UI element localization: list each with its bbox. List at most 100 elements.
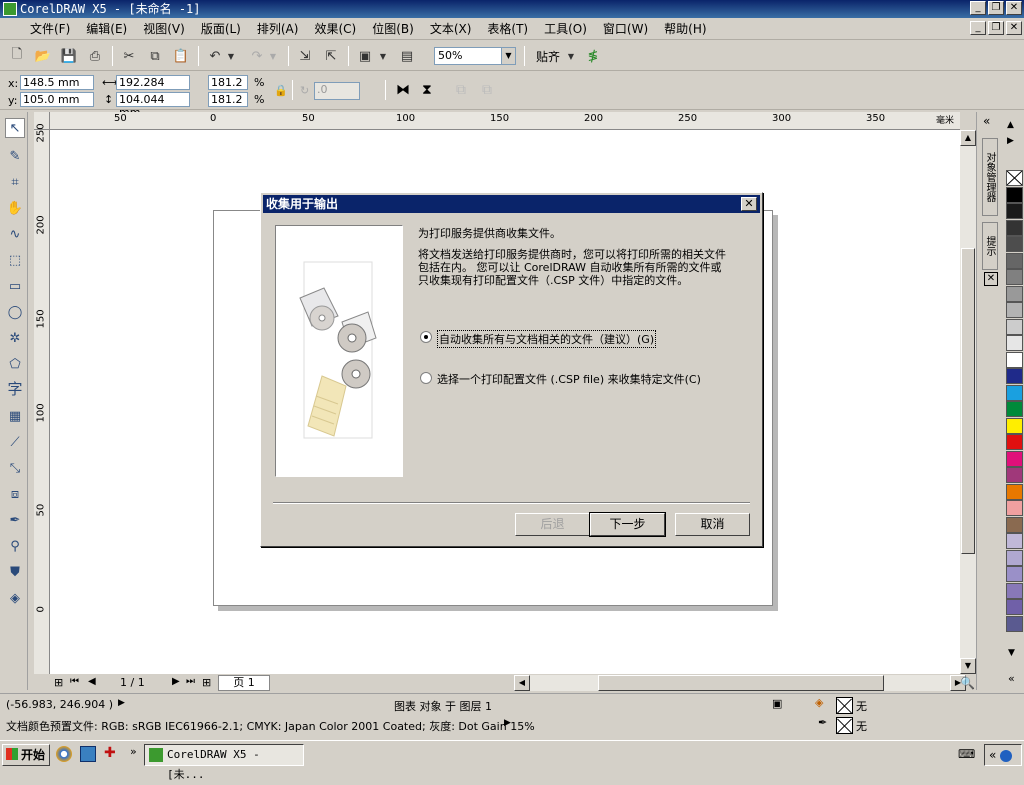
- group-icon[interactable]: ⧉: [456, 82, 466, 98]
- zoom-navigator-icon[interactable]: 🔍: [960, 676, 975, 690]
- menu-text[interactable]: 文本(X): [430, 20, 472, 37]
- keyboard-tray-icon[interactable]: ⌨: [958, 747, 975, 761]
- palette-swatch[interactable]: [1006, 335, 1023, 351]
- restore-button[interactable]: ❐: [988, 1, 1004, 15]
- blend-tool-icon[interactable]: ⧈: [5, 484, 25, 504]
- application-launcher-icon[interactable]: ▣: [356, 47, 374, 65]
- palette-swatch[interactable]: [1006, 318, 1023, 335]
- docker-tab-object-manager[interactable]: 对象管理器: [982, 138, 998, 216]
- cancel-button[interactable]: 取消: [675, 513, 750, 536]
- horizontal-scroll-thumb[interactable]: [598, 675, 884, 691]
- menu-help[interactable]: 帮助(H): [664, 20, 706, 37]
- eyedropper-tool-icon[interactable]: ✒: [5, 510, 25, 530]
- scale-x-field[interactable]: 181.2: [208, 75, 248, 90]
- palette-flyout-icon[interactable]: ▶: [1007, 136, 1014, 146]
- last-page-icon[interactable]: ⏭: [186, 676, 195, 687]
- smart-fill-icon[interactable]: ⬚: [5, 250, 25, 270]
- ungroup-icon[interactable]: ⧉: [482, 82, 492, 98]
- connector-tool-icon[interactable]: ⤡: [5, 458, 25, 478]
- doc-restore-button[interactable]: ❐: [988, 21, 1004, 35]
- palette-scroll-down-icon[interactable]: ▼: [1008, 648, 1015, 658]
- save-icon[interactable]: 💾: [60, 47, 78, 65]
- palette-swatch[interactable]: [1006, 302, 1023, 318]
- undo-icon[interactable]: ↶: [206, 47, 224, 65]
- palette-swatch[interactable]: [1006, 401, 1023, 417]
- outline-pen-icon[interactable]: ⚲: [5, 536, 25, 556]
- palette-scroll-up-icon[interactable]: ▲: [1007, 120, 1014, 130]
- back-button[interactable]: 后退: [515, 513, 590, 536]
- palette-swatch[interactable]: [1006, 269, 1023, 285]
- add-page-after-icon[interactable]: ⊞: [202, 676, 211, 689]
- menu-window[interactable]: 窗口(W): [603, 20, 648, 37]
- mirror-horizontal-icon[interactable]: ⧓: [396, 82, 410, 98]
- scroll-left-icon[interactable]: ◀: [514, 675, 530, 691]
- scroll-up-icon[interactable]: ▲: [960, 130, 976, 146]
- doc-minimize-button[interactable]: _: [970, 21, 986, 35]
- palette-swatch[interactable]: [1006, 285, 1023, 302]
- mirror-vertical-icon[interactable]: ⧗: [422, 82, 432, 98]
- freehand-tool-icon[interactable]: ∿: [5, 224, 25, 244]
- vertical-scrollbar[interactable]: ▲ ▼: [960, 130, 976, 674]
- zoom-dropdown-icon[interactable]: ▼: [501, 48, 515, 64]
- x-position-field[interactable]: 148.5 mm: [20, 75, 94, 90]
- y-position-field[interactable]: 105.0 mm: [20, 92, 94, 107]
- rotation-angle-field[interactable]: .0: [314, 82, 360, 100]
- scroll-down-icon[interactable]: ▼: [960, 658, 976, 674]
- welcome-screen-icon[interactable]: ▤: [398, 47, 416, 65]
- palette-swatch[interactable]: [1006, 599, 1023, 615]
- add-page-icon[interactable]: ⊞: [54, 676, 63, 689]
- lock-ratio-icon[interactable]: 🔒: [274, 84, 288, 97]
- palette-swatch[interactable]: [1006, 500, 1023, 516]
- paste-icon[interactable]: 📋: [172, 47, 190, 65]
- palette-swatch[interactable]: [1006, 434, 1023, 450]
- first-page-icon[interactable]: ⏮: [70, 676, 79, 687]
- horizontal-ruler[interactable]: 50 0 50 100 150 200 250 300 350 毫米: [50, 112, 960, 130]
- page-tab[interactable]: 页 1: [218, 675, 270, 691]
- auto-collect-radio[interactable]: [420, 331, 432, 343]
- vertical-ruler[interactable]: 250 200 150 100 50 0: [34, 123, 50, 674]
- open-icon[interactable]: 📂: [34, 47, 52, 65]
- network-tray-icon[interactable]: [1000, 749, 1013, 762]
- color-profile-arrow-icon[interactable]: ▶: [504, 718, 511, 728]
- text-tool-icon[interactable]: 字: [5, 378, 25, 398]
- palette-swatch[interactable]: [1006, 483, 1023, 500]
- options-icon[interactable]: ≸: [584, 47, 602, 65]
- cut-icon[interactable]: ✂: [120, 47, 138, 65]
- palette-swatch[interactable]: [1006, 566, 1023, 582]
- palette-swatch[interactable]: [1006, 516, 1023, 533]
- width-field[interactable]: 192.284 mm: [116, 75, 190, 102]
- docker-close-icon[interactable]: ✕: [984, 272, 998, 286]
- copy-icon[interactable]: ⧉: [146, 47, 164, 65]
- import-icon[interactable]: ⇲: [296, 47, 314, 65]
- no-color-swatch[interactable]: [1006, 170, 1023, 186]
- palette-swatch[interactable]: [1006, 549, 1023, 566]
- basic-shapes-icon[interactable]: ⬠: [5, 354, 25, 374]
- scale-y-field[interactable]: 181.2: [208, 92, 248, 107]
- palette-swatch[interactable]: [1006, 252, 1023, 269]
- menu-bitmaps[interactable]: 位图(B): [372, 20, 414, 37]
- zoom-level-combo[interactable]: 50% ▼: [434, 47, 516, 65]
- pick-tool-icon[interactable]: ↖: [5, 118, 25, 138]
- launcher-dropdown-icon[interactable]: ▼: [378, 47, 388, 65]
- menu-tools[interactable]: 工具(O): [544, 20, 587, 37]
- next-button[interactable]: 下一步: [589, 512, 666, 537]
- palette-swatch[interactable]: [1006, 368, 1023, 384]
- start-button[interactable]: 开始: [2, 744, 50, 766]
- app-quicklaunch-icon[interactable]: ✚: [104, 745, 116, 761]
- polygon-tool-icon[interactable]: ✲: [5, 328, 25, 348]
- palette-swatch[interactable]: [1006, 450, 1023, 467]
- snap-to-button[interactable]: 贴齐: [534, 47, 562, 65]
- horizontal-scrollbar[interactable]: ◀ ▶: [514, 675, 966, 691]
- undo-dropdown-icon[interactable]: ▼: [226, 47, 236, 65]
- minimize-button[interactable]: _: [970, 1, 986, 15]
- no-fill-swatch[interactable]: [836, 697, 853, 714]
- table-tool-icon[interactable]: ▦: [5, 406, 25, 426]
- menu-arrange[interactable]: 排列(A): [257, 20, 299, 37]
- palette-swatch[interactable]: [1006, 582, 1023, 599]
- crop-tool-icon[interactable]: ⌗: [5, 172, 25, 192]
- snap-dropdown-icon[interactable]: ▼: [566, 47, 576, 65]
- ellipse-tool-icon[interactable]: ◯: [5, 302, 25, 322]
- quicklaunch-more-icon[interactable]: »: [130, 745, 137, 758]
- dialog-close-button[interactable]: ✕: [741, 197, 757, 211]
- shape-tool-icon[interactable]: ✎: [5, 146, 25, 166]
